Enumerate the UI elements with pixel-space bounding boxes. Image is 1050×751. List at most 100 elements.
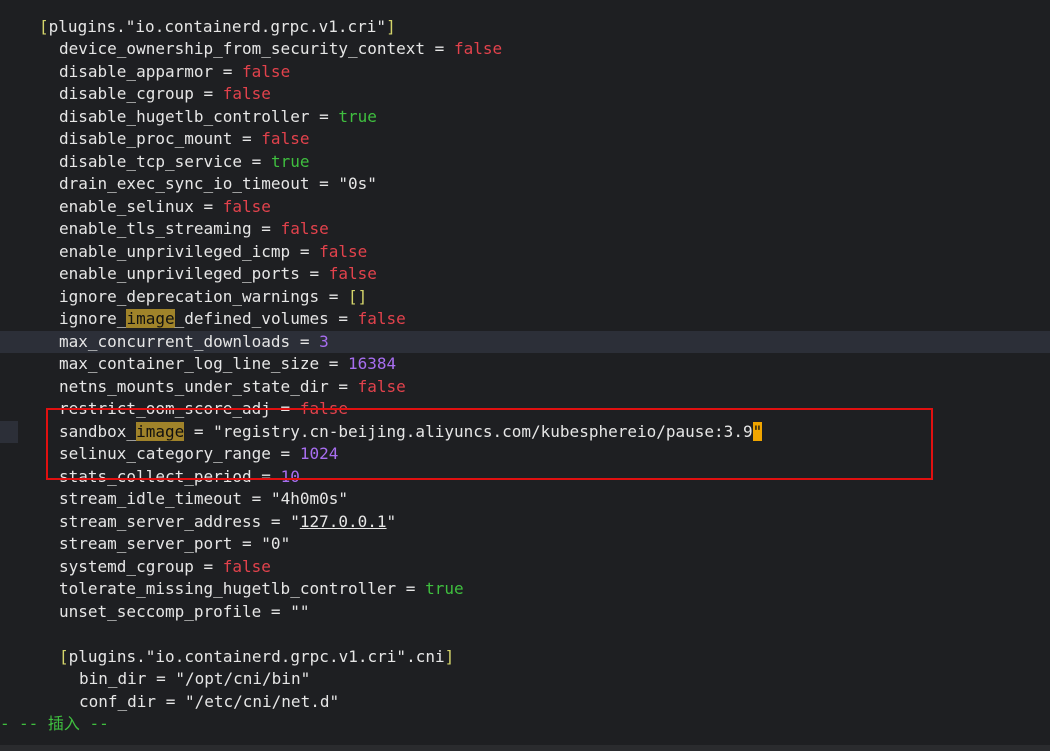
config-key: max_container_log_line_size <box>59 354 320 373</box>
config-value-false: false <box>222 196 271 216</box>
config-line[interactable]: stream_idle_timeout = "4h0m0s" <box>0 488 1050 511</box>
config-line[interactable]: disable_apparmor = false <box>0 61 1050 84</box>
config-key: disable_hugetlb_controller <box>59 106 310 126</box>
line-content: enable_unprivileged_icmp = false <box>59 241 368 261</box>
line-content: stream_server_port = "0" <box>59 534 291 553</box>
gutter-current-line-marker <box>0 420 18 443</box>
line-content: tolerate_missing_hugetlb_controller = tr… <box>59 579 464 598</box>
mode-text: -- 插入 -- <box>19 714 109 733</box>
line-content: stats_collect_period = 10 <box>59 466 300 486</box>
section-header-line[interactable]: [plugins."io.containerd.grpc.v1.cri".cni… <box>0 646 1050 669</box>
config-line[interactable]: enable_selinux = false <box>0 196 1050 219</box>
config-value-str: "" <box>290 601 310 621</box>
config-key: sandbox_ <box>59 421 137 441</box>
config-line[interactable]: disable_hugetlb_controller = true <box>0 106 1050 129</box>
config-key: conf_dir <box>79 691 157 711</box>
text-cursor: " <box>752 421 763 441</box>
config-value-str: "4h0m0s" <box>270 489 348 508</box>
window-bottom-edge <box>0 745 1050 751</box>
config-value-str: "/opt/cni/bin" <box>175 669 311 688</box>
config-line[interactable]: bin_dir = "/opt/cni/bin" <box>0 668 1050 691</box>
config-value-num: 1024 <box>299 444 339 463</box>
config-line[interactable]: disable_tcp_service = true <box>0 151 1050 174</box>
config-line[interactable]: selinux_category_range = 1024 <box>0 443 1050 466</box>
config-key: disable_apparmor <box>59 61 214 81</box>
config-value-quote: " <box>386 511 397 531</box>
config-line[interactable]: stats_collect_period = 10 <box>0 466 1050 489</box>
config-value-false: false <box>357 309 406 328</box>
config-line[interactable]: stream_server_port = "0" <box>0 533 1050 556</box>
config-line[interactable]: max_concurrent_downloads = 3 <box>0 330 1050 353</box>
line-content: disable_proc_mount = false <box>59 129 310 148</box>
config-key: netns_mounts_under_state_dir <box>59 376 329 396</box>
config-key: disable_proc_mount <box>59 129 233 148</box>
config-line[interactable]: unset_seccomp_profile = "" <box>0 601 1050 624</box>
line-content: unset_seccomp_profile = "" <box>59 601 310 621</box>
line-content: enable_unprivileged_ports = false <box>59 264 377 283</box>
config-line[interactable]: stream_server_address = "127.0.0.1" <box>0 511 1050 534</box>
config-key: enable_tls_streaming <box>59 219 252 238</box>
config-value-false: false <box>357 376 406 396</box>
config-line[interactable]: conf_dir = "/etc/cni/net.d" <box>0 691 1050 714</box>
config-line[interactable]: restrict_oom_score_adj = false <box>0 398 1050 421</box>
line-content: selinux_category_range = 1024 <box>59 444 339 463</box>
line-content: disable_hugetlb_controller = true <box>59 106 377 126</box>
config-value-num: 3 <box>319 331 329 351</box>
config-line[interactable]: device_ownership_from_security_context =… <box>0 38 1050 61</box>
line-content: restrict_oom_score_adj = false <box>59 399 348 418</box>
line-content: systemd_cgroup = false <box>59 556 271 576</box>
config-key: tolerate_missing_hugetlb_controller <box>59 579 397 598</box>
config-key: enable_unprivileged_ports <box>59 264 300 283</box>
search-match: image <box>136 421 185 441</box>
config-value-false: false <box>242 61 291 81</box>
config-key: disable_tcp_service <box>59 151 243 171</box>
config-key: stats_collect_period <box>59 466 252 486</box>
line-content: stream_server_address = "127.0.0.1" <box>59 511 397 531</box>
config-key: selinux_category_range <box>59 444 271 463</box>
config-value-false: false <box>261 129 310 148</box>
config-value-arr: [] <box>348 286 368 306</box>
config-value-false: false <box>328 264 377 283</box>
config-key: ignore_deprecation_warnings <box>59 286 320 306</box>
config-key: systemd_cgroup <box>59 556 194 576</box>
line-content: max_concurrent_downloads = 3 <box>59 331 329 351</box>
config-line[interactable]: systemd_cgroup = false <box>0 556 1050 579</box>
line-content: [plugins."io.containerd.grpc.v1.cri".cni… <box>59 646 454 669</box>
config-line[interactable]: drain_exec_sync_io_timeout = "0s" <box>0 173 1050 196</box>
config-key: drain_exec_sync_io_timeout <box>59 174 310 193</box>
section-header-line[interactable]: [plugins."io.containerd.grpc.v1.cri"] <box>0 16 1050 39</box>
line-content: enable_tls_streaming = false <box>59 219 329 238</box>
config-value-false: false <box>299 399 348 418</box>
line-content: [plugins."io.containerd.grpc.v1.cri"] <box>39 16 396 39</box>
config-key: enable_unprivileged_icmp <box>59 241 291 261</box>
config-line[interactable]: disable_cgroup = false <box>0 83 1050 106</box>
config-line[interactable]: netns_mounts_under_state_dir = false <box>0 376 1050 399</box>
config-line[interactable]: sandbox_image = "registry.cn-beijing.ali… <box>0 420 1050 443</box>
line-content: stream_idle_timeout = "4h0m0s" <box>59 489 348 508</box>
config-key: bin_dir <box>79 669 147 688</box>
config-value-true: true <box>425 579 464 598</box>
config-line[interactable]: max_container_log_line_size = 16384 <box>0 353 1050 376</box>
line-content: ignore_image_defined_volumes = false <box>59 309 406 328</box>
search-match: image <box>126 309 175 328</box>
text-editor[interactable]: [plugins."io.containerd.grpc.v1.cri"] dev… <box>0 0 1050 751</box>
line-content: disable_apparmor = false <box>59 61 291 81</box>
blank-line[interactable] <box>0 623 1050 646</box>
line-content: sandbox_image = "registry.cn-beijing.ali… <box>59 421 763 441</box>
config-value-true: true <box>270 151 310 171</box>
config-line[interactable]: enable_unprivileged_icmp = false <box>0 241 1050 264</box>
config-line[interactable]: ignore_image_defined_volumes = false <box>0 308 1050 331</box>
config-line[interactable]: enable_unprivileged_ports = false <box>0 263 1050 286</box>
config-key: stream_idle_timeout <box>59 489 243 508</box>
line-content: max_container_log_line_size = 16384 <box>59 354 397 373</box>
config-line[interactable]: disable_proc_mount = false <box>0 128 1050 151</box>
config-value-false: false <box>453 39 503 58</box>
config-value-num: 16384 <box>348 354 397 373</box>
config-key: max_concurrent_downloads <box>59 331 291 351</box>
config-key: enable_selinux <box>59 196 194 216</box>
config-line[interactable]: enable_tls_streaming = false <box>0 218 1050 241</box>
config-line[interactable]: ignore_deprecation_warnings = [] <box>0 286 1050 309</box>
config-value-address: 127.0.0.1 <box>299 511 387 531</box>
config-value-false: false <box>319 241 368 261</box>
config-line[interactable]: tolerate_missing_hugetlb_controller = tr… <box>0 578 1050 601</box>
